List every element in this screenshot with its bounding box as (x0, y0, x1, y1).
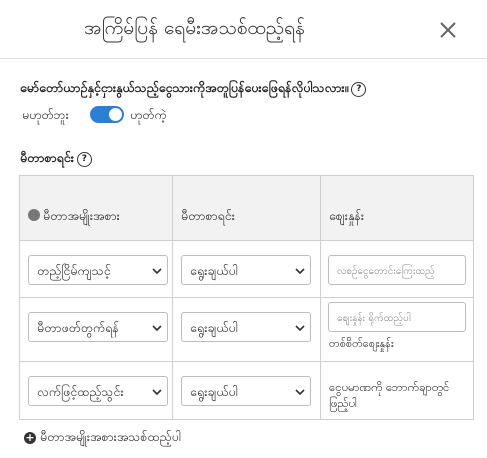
meter-select[interactable]: ရွေးချယ်ပါ (181, 376, 311, 406)
table-cell: လက်ဖြင့်ထည့်သွင်း (19, 361, 173, 420)
header-price: စျေးနှုန်း (329, 208, 365, 223)
table-header-cell: မီတာစာရင်း (172, 175, 321, 241)
table-cell: တည့်ငြိမ်ကျသင့် (19, 240, 173, 298)
header-meter-type: မီတာအမျိုးအစား (43, 208, 120, 223)
chevron-down-icon (295, 325, 305, 332)
price-input[interactable]: စျေးနှုန်း ရိုက်ထည့်ပါ (328, 302, 466, 332)
price-input[interactable]: လစဉ်ငွေတောင်းကြေးထည့် (328, 255, 466, 285)
add-meter-type-button[interactable]: + မီတာအမျိုးအစားအသစ်ထည့်ပါ (24, 429, 181, 448)
meter-select[interactable]: ရွေးချယ်ပါ (181, 312, 311, 342)
table-row: တည့်ငြိမ်ကျသင့် ရွေးချယ်ပါ လစဉ်ငွေတောင်း… (19, 240, 474, 298)
meter-type-select[interactable]: မီတာဖတ်တွက်ရန် (28, 312, 168, 342)
table-row: လက်ဖြင့်ထည့်သွင်း ရွေးချယ်ပါ ငွေပမာဏကို … (19, 361, 474, 420)
toggle-off-label: မဟုတ်ဘူး (22, 107, 69, 122)
table-cell: ရွေးချယ်ပါ (172, 361, 321, 420)
toggle-switch[interactable] (90, 106, 124, 123)
meter-type-select[interactable]: တည့်ငြိမ်ကျသင့် (28, 255, 168, 285)
gear-icon (28, 209, 40, 221)
modal-title: အကြိမ်ပြန် ရေမီးအသစ်ထည့်ရန် (84, 17, 305, 39)
close-button[interactable] (436, 18, 460, 42)
modal-header: အကြိမ်ပြန် ရေမီးအသစ်ထည့်ရန် (0, 0, 487, 58)
header-meter-list: မီတာစာရင်း (181, 208, 235, 223)
unit-price-label: တစ်စိတ်စျေးနှုန်း (329, 337, 394, 350)
table-cell: ငွေပမာဏကို ဘောက်ချာတွင် ဖြည့်ပါ (320, 361, 474, 420)
table-header-cell: မီတာအမျိုးအစား (19, 175, 173, 241)
chevron-down-icon (295, 268, 305, 275)
table-row: မီတာဖတ်တွက်ရန် ရွေးချယ်ပါ စျေးနှုန်း ရို… (19, 297, 474, 362)
help-icon[interactable]: ? (351, 82, 367, 97)
chevron-down-icon (152, 325, 162, 332)
help-icon[interactable]: ? (76, 152, 92, 167)
toggle-knob (109, 108, 122, 121)
table-header-cell: စျေးနှုန်း (320, 175, 474, 241)
table-cell: စျေးနှုန်း ရိုက်ထည့်ပါ တစ်စိတ်စျေးနှုန်း (320, 297, 474, 362)
meter-table: မီတာအမျိုးအစား မီတာစာရင်း စျေးနှုန်း တည့… (19, 175, 474, 420)
meter-section-title: မီတာစာရင်း (20, 150, 74, 165)
table-cell: လစဉ်ငွေတောင်းကြေးထည့် (320, 240, 474, 298)
table-cell: မီတာဖတ်တွက်ရန် (19, 297, 173, 362)
table-cell: ရွေးချယ်ပါ (172, 297, 321, 362)
voucher-note: ငွေပမာဏကို ဘောက်ချာတွင် ဖြည့်ပါ (329, 380, 450, 410)
add-meter-type-label: မီတာအမျိုးအစားအသစ်ထည့်ပါ (40, 429, 181, 444)
meter-select[interactable]: ရွေးချယ်ပါ (181, 255, 311, 285)
table-cell: ရွေးချယ်ပါ (172, 240, 321, 298)
chevron-down-icon (295, 389, 305, 396)
close-icon (440, 22, 456, 38)
meter-section-label: မီတာစာရင်း? (20, 150, 92, 169)
meter-type-select[interactable]: လက်ဖြင့်ထည့်သွင်း (28, 376, 168, 406)
price-input-placeholder: စျေးနှုန်း ရိုက်ထည့်ပါ (337, 313, 411, 324)
question-text-container: မော်တော်ယာဉ်နှင့်ငှားနွယ်သည့်ငွေသားကိုအတ… (20, 80, 367, 99)
price-input-placeholder: လစဉ်ငွေတောင်းကြေးထည့် (337, 266, 435, 277)
table-header-row: မီတာအမျိုးအစား မီတာစာရင်း စျေးနှုန်း (19, 175, 474, 241)
question-text: မော်တော်ယာဉ်နှင့်ငှားနွယ်သည့်ငွေသားကိုအတ… (20, 80, 349, 95)
chevron-down-icon (152, 268, 162, 275)
toggle-on-label: ဟုတ်ကဲ့ (130, 107, 167, 122)
plus-circle-icon: + (24, 431, 36, 444)
header-divider (0, 58, 487, 59)
chevron-down-icon (152, 389, 162, 396)
